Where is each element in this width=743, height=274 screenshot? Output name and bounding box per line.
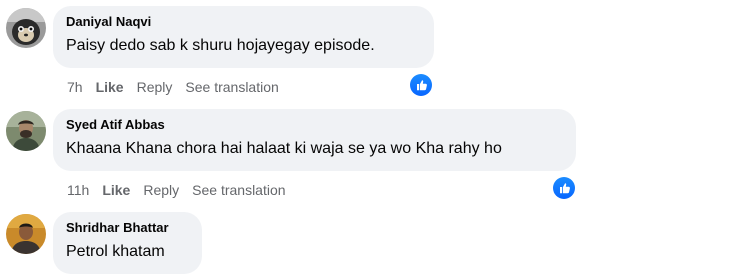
avatar[interactable] bbox=[6, 111, 46, 151]
comment-actions: 7h Like Reply See translation bbox=[67, 78, 292, 96]
comment-author[interactable]: Shridhar Bhattar bbox=[66, 220, 190, 236]
avatar[interactable] bbox=[6, 214, 46, 254]
like-reaction-icon[interactable] bbox=[553, 177, 575, 199]
comment-text: Khaana Khana chora hai halaat ki waja se… bbox=[66, 140, 502, 157]
comment-timestamp[interactable]: 7h bbox=[67, 78, 83, 96]
see-translation-link[interactable]: See translation bbox=[185, 78, 278, 96]
comment-bubble: Syed Atif Abbas Khaana Khana chora hai h… bbox=[53, 109, 576, 171]
reply-button[interactable]: Reply bbox=[143, 181, 179, 199]
comment-actions: 11h Like Reply See translation bbox=[67, 181, 299, 199]
comment-text: Paisy dedo sab k shuru hojayegay episode… bbox=[66, 37, 375, 54]
like-reaction-icon[interactable] bbox=[410, 74, 432, 96]
comment-timestamp[interactable]: 11h bbox=[67, 181, 89, 199]
comment-bubble: Daniyal Naqvi Paisy dedo sab k shuru hoj… bbox=[53, 6, 434, 68]
comment-bubble: Shridhar Bhattar Petrol khatam bbox=[53, 212, 202, 274]
comment-author[interactable]: Daniyal Naqvi bbox=[66, 14, 422, 30]
like-button[interactable]: Like bbox=[102, 181, 130, 199]
comment-text: Petrol khatam bbox=[66, 243, 165, 260]
like-button[interactable]: Like bbox=[96, 78, 124, 96]
reply-button[interactable]: Reply bbox=[137, 78, 173, 96]
avatar[interactable] bbox=[6, 8, 46, 48]
see-translation-link[interactable]: See translation bbox=[192, 181, 285, 199]
comment-author[interactable]: Syed Atif Abbas bbox=[66, 117, 564, 133]
